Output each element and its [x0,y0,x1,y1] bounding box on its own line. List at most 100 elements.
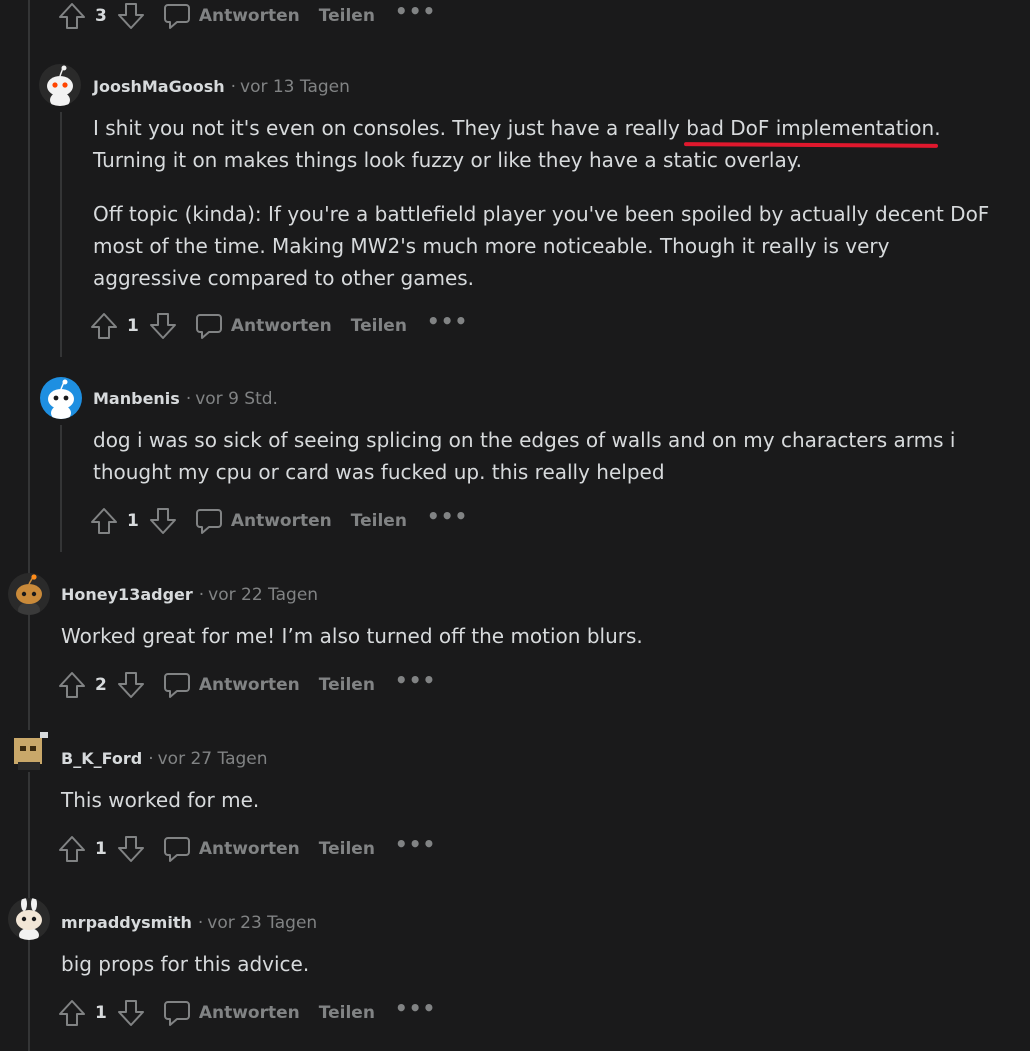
more-options-button[interactable]: ••• [427,506,468,526]
author-name[interactable]: Manbenis [93,389,180,408]
reply-button[interactable]: Antworten [163,2,300,30]
vote-score: 1 [95,1003,107,1023]
reply-label: Antworten [230,511,332,531]
share-button[interactable]: Teilen [351,511,407,531]
reply-button[interactable]: Antworten [195,312,332,340]
author-name[interactable]: JooshMaGoosh [93,77,225,96]
avatar[interactable] [8,573,50,615]
reply-label: Antworten [198,6,300,26]
share-button[interactable]: Teilen [319,675,375,695]
reply-label: Antworten [198,675,300,695]
thread-line[interactable] [60,425,62,552]
downvote-icon[interactable] [117,2,145,30]
comment-bubble-icon [163,1001,190,1026]
comment-paragraph: This worked for me. [61,788,260,812]
reply-button[interactable]: Antworten [195,507,332,535]
reply-label: Antworten [198,1003,300,1023]
vote-score: 1 [127,511,139,531]
comment-bubble-icon [163,4,190,29]
bunny-snoo-avatar-icon [8,898,50,940]
upvote-icon[interactable] [58,999,86,1027]
reply-button[interactable]: Antworten [163,671,300,699]
comment-meta: Manbenis · vor 9 Std. [93,389,278,409]
downvote-icon[interactable] [149,312,177,340]
reply-button[interactable]: Antworten [163,999,300,1027]
reply-button[interactable]: Antworten [163,835,300,863]
reply-label: Antworten [198,839,300,859]
boxhead-snoo-avatar-icon [8,730,50,772]
upvote-icon[interactable] [58,2,86,30]
comment-actions: 1 Antworten Teilen ••• [58,833,436,865]
avatar[interactable] [8,898,50,940]
author-name[interactable]: mrpaddysmith [61,913,192,932]
comment-meta: mrpaddysmith · vor 23 Tagen [61,913,317,933]
downvote-icon[interactable] [117,999,145,1027]
comment-timestamp[interactable]: vor 22 Tagen [208,585,318,605]
vote-score: 3 [95,6,107,26]
upvote-icon[interactable] [58,835,86,863]
share-button[interactable]: Teilen [319,839,375,859]
avatar[interactable] [40,377,82,419]
more-options-button[interactable]: ••• [395,670,436,690]
comment-body: big props for this advice. [61,948,1001,980]
comment-body: Worked great for me! I’m also turned off… [61,620,1001,652]
more-options-button[interactable]: ••• [395,834,436,854]
snoo-avatar-icon [39,64,81,106]
comment-timestamp[interactable]: vor 13 Tagen [240,77,350,97]
meta-separator: · [198,585,205,605]
meta-separator: · [148,749,154,769]
share-button[interactable]: Teilen [319,6,375,26]
thread-line[interactable] [28,0,30,1051]
comment-paragraph: Off topic (kinda): If you're a battlefie… [93,202,990,290]
comment-bubble-icon [195,314,222,339]
downvote-icon[interactable] [117,835,145,863]
downvote-icon[interactable] [117,671,145,699]
upvote-icon[interactable] [90,312,118,340]
comment-meta: B_K_Ford · vor 27 Tagen [61,749,268,769]
comment-bubble-icon [163,837,190,862]
avatar[interactable] [8,730,50,772]
more-options-button[interactable]: ••• [395,1,436,21]
comment-meta: Honey13adger · vor 22 Tagen [61,585,318,605]
share-button[interactable]: Teilen [319,1003,375,1023]
comment-actions: 1 Antworten Teilen ••• [90,310,468,342]
comment-actions: 1 Antworten Teilen ••• [90,505,468,537]
comment-meta: JooshMaGoosh · vor 13 Tagen [93,77,350,97]
comment-paragraph: big props for this advice. [61,952,310,976]
comment-timestamp[interactable]: vor 27 Tagen [158,749,268,769]
thread-line[interactable] [60,112,62,357]
upvote-icon[interactable] [58,671,86,699]
snoo-avatar-icon [40,377,82,419]
author-name[interactable]: Honey13adger [61,585,193,604]
more-options-button[interactable]: ••• [395,998,436,1018]
comment-timestamp[interactable]: vor 23 Tagen [207,913,317,933]
meta-separator: · [230,77,237,97]
reply-label: Antworten [230,316,332,336]
comment-bubble-icon [163,673,190,698]
paragraph-text: I shit you not it's even on consoles. Th… [93,116,687,140]
vote-score: 1 [95,839,107,859]
share-button[interactable]: Teilen [351,316,407,336]
comment-paragraph: dog i was so sick of seeing splicing on … [93,428,956,484]
meta-separator: · [185,389,192,409]
snoo-avatar-icon [8,573,50,615]
more-options-button[interactable]: ••• [427,311,468,331]
comment-body: I shit you not it's even on consoles. Th… [93,112,998,294]
comment-bubble-icon [195,509,222,534]
comment-actions: 2 Antworten Teilen ••• [58,669,436,701]
vote-score: 2 [95,675,107,695]
comment-actions: 1 Antworten Teilen ••• [58,997,436,1029]
red-underline-highlight: bad DoF implementation [686,116,935,140]
avatar[interactable] [39,64,81,106]
comment-paragraph: I shit you not it's even on consoles. Th… [93,112,998,176]
vote-score: 1 [127,316,139,336]
comment-timestamp[interactable]: vor 9 Std. [195,389,278,409]
comment-paragraph: Worked great for me! I’m also turned off… [61,624,643,648]
upvote-icon[interactable] [90,507,118,535]
author-name[interactable]: B_K_Ford [61,749,142,768]
downvote-icon[interactable] [149,507,177,535]
comment-body: dog i was so sick of seeing splicing on … [93,424,993,488]
meta-separator: · [197,913,204,933]
comment-body: This worked for me. [61,784,1001,816]
comment-actions: 3 Antworten Teilen ••• [58,0,436,32]
